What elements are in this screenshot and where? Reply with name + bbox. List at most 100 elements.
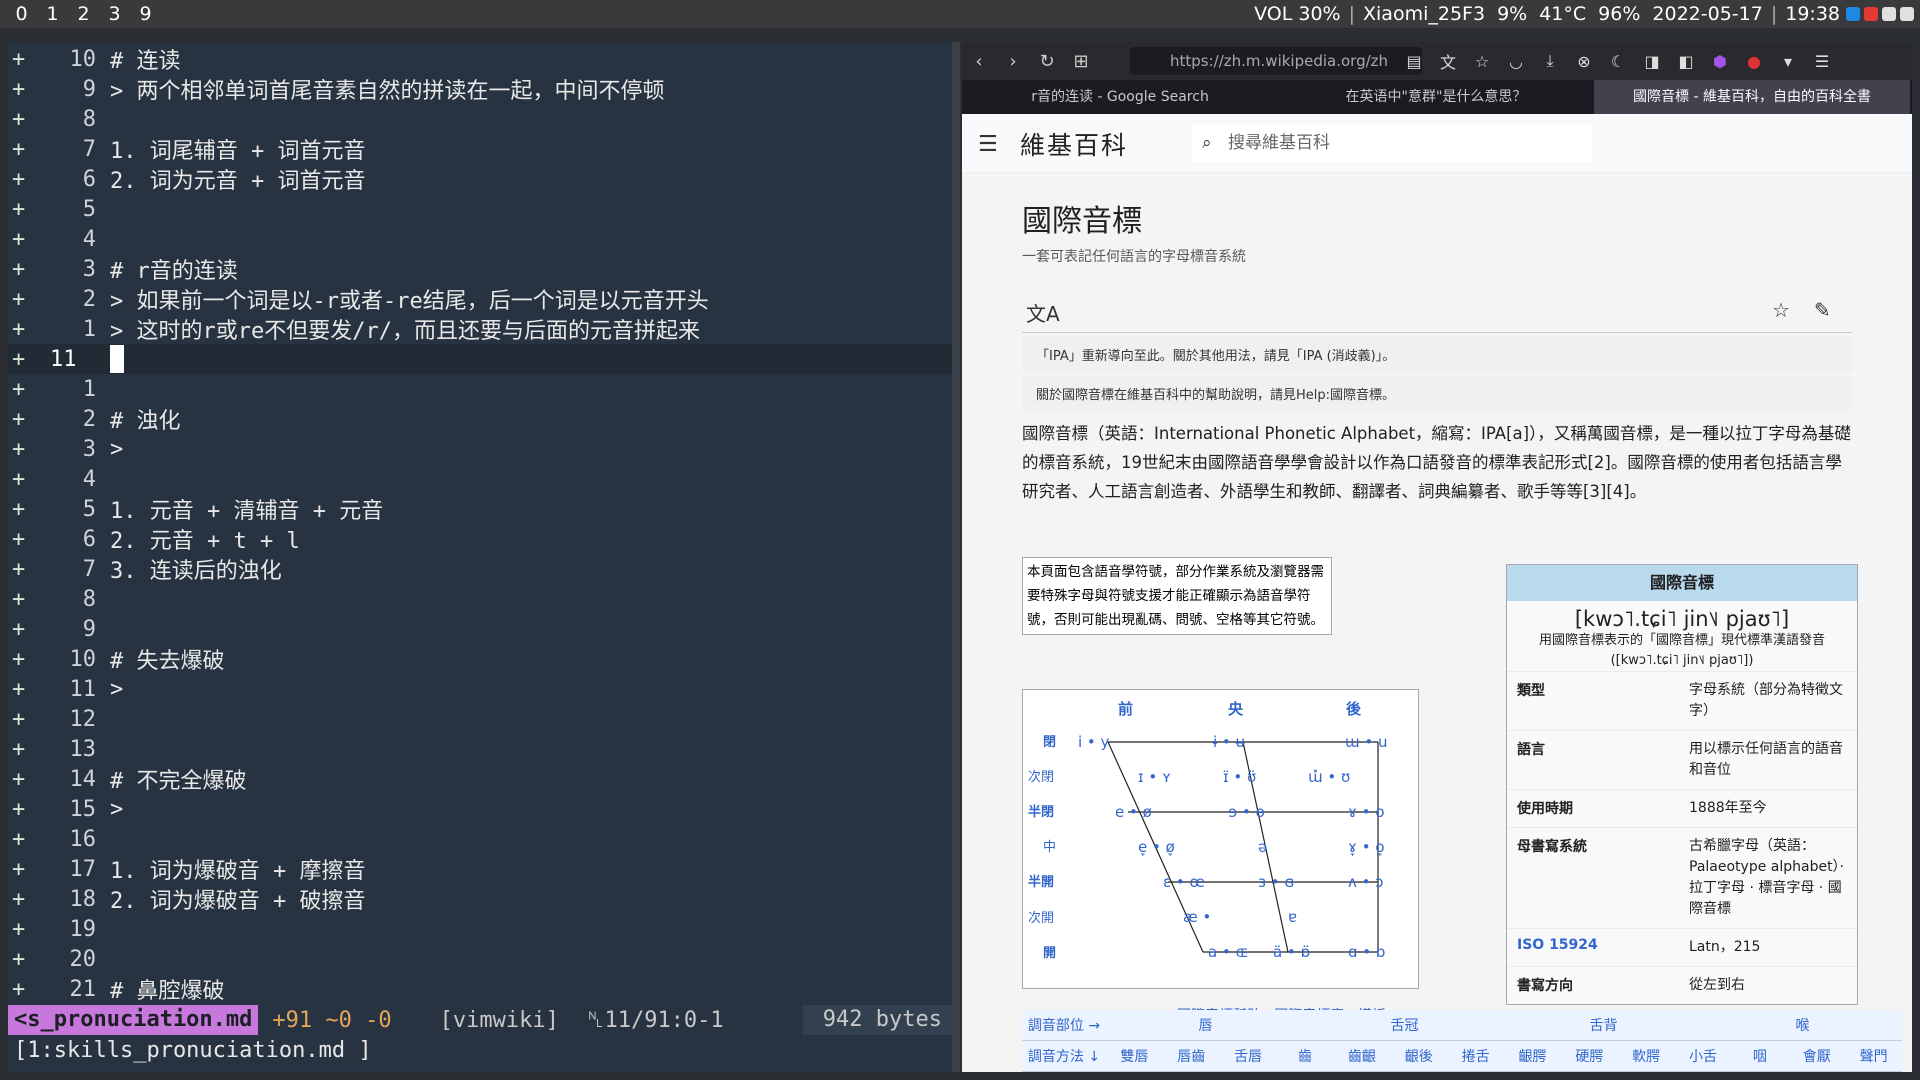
workspace-3[interactable]: 3: [99, 3, 130, 25]
tray-app-icon[interactable]: [1864, 7, 1878, 21]
vim-bufferline[interactable]: [1:skills_pronuciation.md ]: [8, 1036, 958, 1066]
workspace-2[interactable]: 2: [68, 3, 99, 25]
tray-app-icon[interactable]: [1846, 7, 1860, 21]
extension-icon[interactable]: ⬢: [1708, 52, 1732, 71]
vim-line[interactable]: +2 > 如果前一个词是以-r或者-re结尾，后一个词是以元音开头: [8, 284, 952, 315]
line-number: 6: [82, 166, 96, 192]
translate-icon[interactable]: 文: [1436, 49, 1460, 73]
vim-line[interactable]: +4: [8, 464, 952, 494]
tab-yiqun[interactable]: 在英语中"意群"是什么意思？: [1278, 80, 1594, 114]
table-cell[interactable]: 硬腭: [1561, 1046, 1618, 1066]
hamburger-menu-icon[interactable]: ☰: [978, 132, 998, 157]
table-cell[interactable]: 聲門: [1845, 1046, 1902, 1066]
table-cell[interactable]: 調音方法 ↓: [1022, 1046, 1106, 1066]
url-bar[interactable]: https://zh.m.wikipedia.org/zh: [1130, 47, 1422, 75]
vim-line[interactable]: +8: [8, 104, 952, 134]
vim-line[interactable]: +6 2. 元音 + t + l: [8, 524, 952, 555]
table-cell[interactable]: 咽: [1731, 1046, 1788, 1066]
workspace-1[interactable]: 1: [37, 3, 68, 25]
ublock-icon[interactable]: ●: [1742, 52, 1766, 71]
vim-line[interactable]: +7 1. 词尾辅音 + 词首元音: [8, 134, 952, 165]
vim-line[interactable]: +15 >: [8, 794, 952, 824]
system-bar: 0 1 2 3 9 VOL 30% | Xiaomi_25F3 9% 41°C 9…: [0, 0, 1920, 28]
vim-line[interactable]: +1: [8, 374, 952, 404]
vim-line[interactable]: +3 # r音的连读: [8, 254, 952, 285]
table-cell[interactable]: 唇: [1106, 1015, 1305, 1035]
download-icon[interactable]: ⤓: [1538, 51, 1562, 71]
vim-line[interactable]: +6 2. 词为元音 + 词首元音: [8, 164, 952, 195]
tray-app-icon[interactable]: [1882, 7, 1896, 21]
vim-line[interactable]: +5 1. 元音 + 清辅音 + 元音: [8, 494, 952, 525]
vim-line[interactable]: +19: [8, 914, 952, 944]
table-cell[interactable]: 齦腭: [1504, 1046, 1561, 1066]
table-cell[interactable]: 調音部位 →: [1022, 1015, 1106, 1035]
line-number: 11: [50, 346, 77, 372]
close-circle-icon[interactable]: ⊗: [1572, 52, 1596, 71]
tab-google-search[interactable]: r音的连读 - Google Search: [962, 80, 1278, 114]
vim-line[interactable]: +5: [8, 194, 952, 224]
vim-line[interactable]: +17 1. 词为爆破音 + 摩擦音: [8, 854, 952, 885]
forward-icon[interactable]: ›: [996, 51, 1030, 72]
vim-line[interactable]: +13: [8, 734, 952, 764]
table-cell[interactable]: 捲舌: [1447, 1046, 1504, 1066]
vim-line[interactable]: +1 > 这时的r或re不但要发/r/，而且还要与后面的元音拼起来: [8, 314, 952, 345]
watch-star-icon[interactable]: ☆: [1772, 298, 1790, 322]
vim-line[interactable]: +2 # 浊化: [8, 404, 952, 435]
workspace-9[interactable]: 9: [130, 3, 161, 25]
line-number: 17: [69, 856, 97, 882]
vim-line[interactable]: +11 >: [8, 674, 952, 704]
new-tab-icon[interactable]: ⊞: [1064, 51, 1098, 72]
diff-sign: +: [12, 406, 26, 432]
line-number: 2: [82, 406, 96, 432]
vim-line[interactable]: +12: [8, 704, 952, 734]
language-icon[interactable]: 文A: [1026, 298, 1060, 327]
table-cell[interactable]: 軟腭: [1618, 1046, 1675, 1066]
table-cell[interactable]: 齒齦: [1333, 1046, 1390, 1066]
wiki-logo[interactable]: 維基百科: [1020, 126, 1128, 162]
vim-line[interactable]: +3 >: [8, 434, 952, 464]
vim-line[interactable]: +18 2. 词为爆破音 + 破擦音: [8, 884, 952, 915]
vim-editor[interactable]: +10 # 连读 +9 > 两个相邻单词首尾音素自然的拼读在一起，中间不停顿 +8 +7 1…: [8, 42, 952, 1072]
extension-icon[interactable]: ◧: [1674, 52, 1698, 71]
table-cell[interactable]: 舌唇: [1220, 1046, 1277, 1066]
svg-text:ɯ̽ • ʊ: ɯ̽ • ʊ: [1308, 768, 1350, 786]
extension-icon[interactable]: ◨: [1640, 52, 1664, 71]
table-cell[interactable]: 喉: [1703, 1015, 1902, 1035]
vim-line[interactable]: +21 # 鼻腔爆破: [8, 974, 952, 1005]
vim-line[interactable]: +9: [8, 614, 952, 644]
vim-line[interactable]: +7 3. 连读后的浊化: [8, 554, 952, 585]
workspace-0[interactable]: 0: [6, 3, 37, 25]
table-cell[interactable]: 齒: [1277, 1046, 1334, 1066]
table-cell[interactable]: 雙唇: [1106, 1046, 1163, 1066]
vim-line[interactable]: +10 # 失去爆破: [8, 644, 952, 675]
table-cell[interactable]: 齦後: [1390, 1046, 1447, 1066]
pocket-icon[interactable]: ◡: [1504, 52, 1528, 71]
vim-line[interactable]: +20: [8, 944, 952, 974]
table-cell[interactable]: 會厭: [1788, 1046, 1845, 1066]
reader-icon[interactable]: ▤: [1402, 52, 1426, 71]
wiki-search-input[interactable]: ⌕ 搜尋維基百科: [1192, 124, 1592, 162]
table-cell[interactable]: 舌背: [1504, 1015, 1703, 1035]
table-cell[interactable]: 小舌: [1675, 1046, 1732, 1066]
vim-line[interactable]: +9 > 两个相邻单词首尾音素自然的拼读在一起，中间不停顿: [8, 74, 952, 105]
vim-line[interactable]: +4: [8, 224, 952, 254]
line-number: 15: [69, 796, 97, 822]
vim-line[interactable]: +8: [8, 584, 952, 614]
edit-pencil-icon[interactable]: ✎: [1814, 298, 1831, 322]
line-text: # 浊化: [110, 409, 181, 434]
vim-line[interactable]: +10 # 连读: [8, 44, 952, 75]
vim-line[interactable]: +16: [8, 824, 952, 854]
bookmark-star-icon[interactable]: ☆: [1470, 52, 1494, 71]
vim-line[interactable]: +11: [8, 344, 952, 374]
tray-app-icon[interactable]: [1900, 7, 1914, 21]
vim-line[interactable]: +14 # 不完全爆破: [8, 764, 952, 795]
table-cell[interactable]: 舌冠: [1305, 1015, 1504, 1035]
tab-wikipedia-ipa[interactable]: 國際音標 - 維基百科，自由的百科全書: [1594, 80, 1910, 114]
table-cell[interactable]: 唇齒: [1163, 1046, 1220, 1066]
moon-icon[interactable]: ☾: [1606, 52, 1630, 71]
svg-text:ɐ: ɐ: [1288, 908, 1297, 926]
back-icon[interactable]: ‹: [962, 51, 996, 72]
menu-icon[interactable]: ☰: [1810, 52, 1834, 71]
chevron-down-icon[interactable]: ▾: [1776, 52, 1800, 71]
reload-icon[interactable]: ↻: [1030, 51, 1064, 72]
